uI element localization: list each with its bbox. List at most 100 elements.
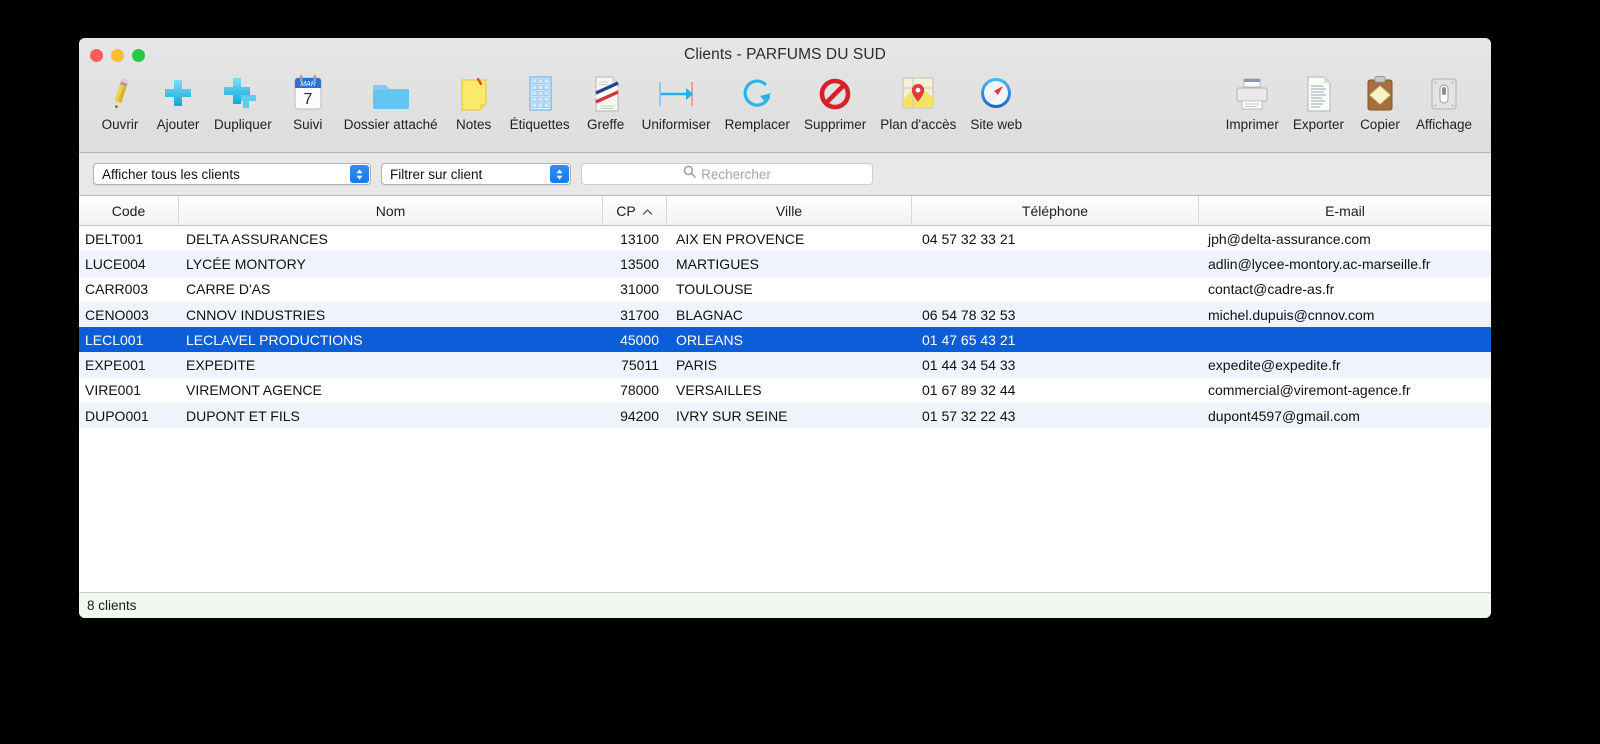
window-chrome: Clients - PARFUMS DU SUD Ouvrir Ajouter … <box>79 38 1491 153</box>
cell-cp: 78000 <box>620 382 659 399</box>
cell-tel: 01 67 89 32 44 <box>922 382 1016 399</box>
cell-code: LECL001 <box>85 331 144 348</box>
toolbar-button-plan-dacces[interactable]: Plan d'accès <box>873 70 963 132</box>
map-pin-icon <box>897 72 939 116</box>
cell-mail: expedite@expedite.fr <box>1208 357 1341 374</box>
column-header-nom[interactable]: Nom <box>179 196 603 225</box>
toolbar-right-group: Imprimer Exporter Copier Affichage <box>1219 70 1479 132</box>
cell-cp: 94200 <box>620 407 659 424</box>
cell-ville: VERSAILLES <box>676 382 762 399</box>
filter-on-client-popup[interactable]: Filtrer sur client <box>381 163 571 185</box>
cell-nom: EXPEDITE <box>186 357 256 374</box>
window-title: Clients - PARFUMS DU SUD <box>684 46 886 63</box>
toolbar-button-greffe[interactable]: Greffe <box>577 70 635 132</box>
column-header-label: Téléphone <box>1021 202 1089 219</box>
show-all-clients-popup[interactable]: Afficher tous les clients <box>93 163 371 185</box>
toolbar-label: Étiquettes <box>509 117 570 132</box>
toolbar-button-affichage[interactable]: Affichage <box>1409 70 1479 132</box>
toolbar-label: Copier <box>1360 117 1400 132</box>
toolbar-button-imprimer[interactable]: Imprimer <box>1219 70 1286 132</box>
table-body: DELT001 DELTA ASSURANCES 13100 AIX EN PROVE… <box>79 226 1491 592</box>
cell-mail: dupont4597@gmail.com <box>1208 407 1360 424</box>
toolbar-button-suivi[interactable]: MAR 7 Suivi <box>279 70 337 132</box>
column-header-cp[interactable]: CP <box>603 196 667 225</box>
safari-compass-icon <box>976 72 1016 116</box>
cell-mail: adlin@lycee-montory.ac-marseille.fr <box>1208 255 1431 272</box>
column-header-telephone[interactable]: Téléphone <box>912 196 1199 225</box>
cell-ville: MARTIGUES <box>676 255 759 272</box>
column-header-ville[interactable]: Ville <box>667 196 912 225</box>
table-row[interactable]: LECL001 LECLAVEL PRODUCTIONS 45000 ORLEANS 0… <box>79 327 1491 353</box>
toolbar-button-remplacer[interactable]: Remplacer <box>718 70 797 132</box>
search-placeholder: Rechercher <box>701 166 771 182</box>
clients-table: Code Nom CP Ville Téléphone E-mail DELT0… <box>79 196 1491 592</box>
toolbar-label: Greffe <box>587 117 625 132</box>
status-bar: 8 clients <box>79 592 1491 618</box>
toolbar-button-ajouter[interactable]: Ajouter <box>149 70 207 132</box>
toolbar-label: Imprimer <box>1225 117 1279 132</box>
column-header-label: CP <box>616 202 636 219</box>
cell-code: LUCE004 <box>85 255 146 272</box>
column-header-code[interactable]: Code <box>79 196 179 225</box>
table-row[interactable]: CENO003 CNNOV INDUSTRIES 31700 BLAGNAC 06 54… <box>79 301 1491 328</box>
status-bar-label: 8 clients <box>87 598 137 613</box>
toolbar-button-exporter[interactable]: Exporter <box>1286 70 1351 132</box>
duplicate-plus-icon <box>221 72 265 116</box>
table-row[interactable]: DELT001 DELTA ASSURANCES 13100 AIX EN PROVE… <box>79 226 1491 251</box>
column-header-label: Ville <box>775 202 803 219</box>
pencil-icon <box>102 72 138 116</box>
toolbar-button-supprimer[interactable]: Supprimer <box>797 70 873 132</box>
toolbar-button-etiquettes[interactable]: Étiquettes <box>503 70 577 132</box>
chevron-updown-icon <box>350 165 369 183</box>
cell-code: EXPE001 <box>85 357 146 374</box>
cell-cp: 45000 <box>620 331 659 348</box>
table-row[interactable]: EXPE001 EXPEDITE 75011 PARIS 01 44 34 54 33 e… <box>79 352 1491 378</box>
cell-tel: 06 54 78 32 53 <box>922 306 1016 323</box>
toolbar: Ouvrir Ajouter Dupliquer MAR 7 Suivi Dos… <box>79 70 1491 150</box>
cell-nom: DUPONT ET FILS <box>186 407 300 424</box>
column-header-label: Nom <box>375 202 406 219</box>
toolbar-button-dossier-attache[interactable]: Dossier attaché <box>337 70 445 132</box>
toolbar-label: Dupliquer <box>214 117 272 132</box>
display-switch-icon <box>1426 72 1462 116</box>
cell-mail: michel.dupuis@cnnov.com <box>1208 306 1375 323</box>
toolbar-label: Suivi <box>293 117 323 132</box>
cell-code: DUPO001 <box>85 407 149 424</box>
table-row[interactable]: CARR003 CARRE D'AS 31000 TOULOUSE contact@ca… <box>79 277 1491 302</box>
refresh-circle-icon <box>738 72 776 116</box>
cell-ville: IVRY SUR SEINE <box>676 407 788 424</box>
column-header-email[interactable]: E-mail <box>1199 196 1491 225</box>
toolbar-button-uniformiser[interactable]: Uniformiser <box>635 70 718 132</box>
toolbar-label: Uniformiser <box>641 117 711 132</box>
sort-ascending-icon <box>642 203 653 219</box>
cell-ville: TOULOUSE <box>676 281 753 298</box>
cell-cp: 13100 <box>620 230 659 247</box>
notes-icon <box>454 72 494 116</box>
popup-value: Filtrer sur client <box>390 166 483 182</box>
toolbar-button-site-web[interactable]: Site web <box>963 70 1029 132</box>
table-row[interactable]: LUCE004 LYCÉE MONTORY 13500 MARTIGUES adlin@… <box>79 251 1491 277</box>
cell-tel: 01 57 32 22 43 <box>922 407 1016 424</box>
cell-tel: 04 57 32 33 21 <box>922 230 1016 247</box>
cell-mail: jph@delta-assurance.com <box>1208 230 1371 247</box>
column-header-label: Code <box>111 202 146 219</box>
labels-grid-icon <box>522 72 558 116</box>
search-field[interactable]: Rechercher <box>581 163 873 185</box>
toolbar-label: Ouvrir <box>101 117 139 132</box>
column-header-label: E-mail <box>1325 202 1365 219</box>
cell-cp: 31700 <box>620 306 659 323</box>
document-tricolor-icon <box>589 72 623 116</box>
toolbar-button-ouvrir[interactable]: Ouvrir <box>91 70 149 132</box>
toolbar-label: Affichage <box>1415 117 1472 132</box>
toolbar-label: Remplacer <box>724 117 790 132</box>
toolbar-button-dupliquer[interactable]: Dupliquer <box>207 70 279 132</box>
table-row[interactable]: DUPO001 DUPONT ET FILS 94200 IVRY SUR SEINE… <box>79 403 1491 429</box>
toolbar-button-notes[interactable]: Notes <box>445 70 503 132</box>
toolbar-label: Site web <box>970 117 1023 132</box>
calendar-day-text: 7 <box>303 91 312 108</box>
toolbar-label: Dossier attaché <box>343 117 438 132</box>
cell-nom: CNNOV INDUSTRIES <box>186 306 326 323</box>
application-window: Clients - PARFUMS DU SUD Ouvrir Ajouter … <box>79 38 1491 618</box>
toolbar-button-copier[interactable]: Copier <box>1351 70 1409 132</box>
table-row[interactable]: VIRE001 VIREMONT AGENCE 78000 VERSAILLES 01 … <box>79 378 1491 403</box>
